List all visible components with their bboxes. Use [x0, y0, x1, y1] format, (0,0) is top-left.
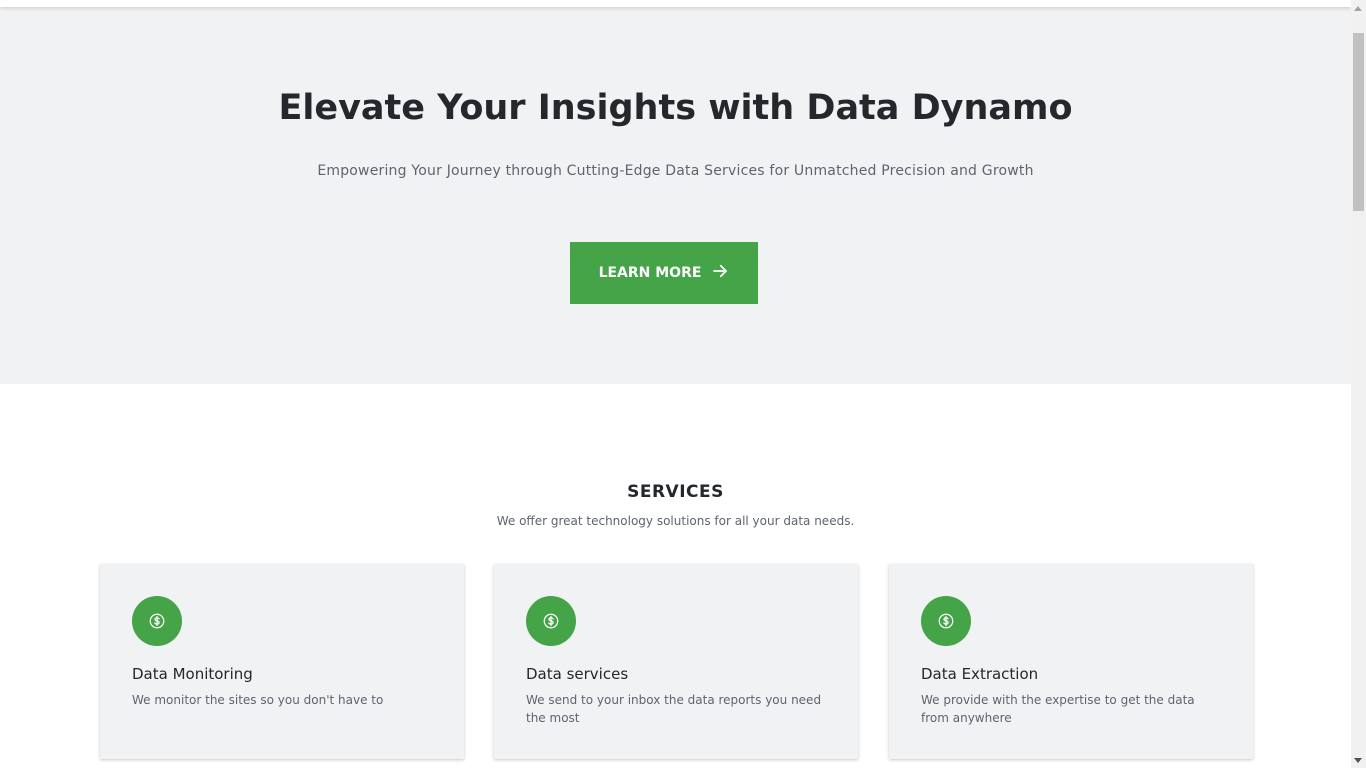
services-subtitle: We offer great technology solutions for …: [496, 514, 855, 528]
card-description: We monitor the sites so you don't have t…: [132, 693, 384, 707]
card-title: Data Monitoring: [132, 665, 253, 683]
service-card-data-monitoring[interactable]: Data Monitoring We monitor the sites so …: [100, 564, 464, 759]
card-description: We send to your inbox the data reports y…: [526, 693, 822, 725]
card-title: Data services: [526, 665, 629, 683]
services-title: SERVICES: [627, 482, 724, 502]
page: Elevate Your Insights with Data Dynamo E…: [0, 0, 1351, 768]
scrollbar-thumb[interactable]: [1353, 33, 1364, 211]
arrow-right-icon: [711, 262, 729, 284]
vertical-scrollbar[interactable]: [1351, 0, 1366, 768]
dollar-circle-icon: [921, 596, 971, 646]
hero-title: Elevate Your Insights with Data Dynamo: [278, 88, 1073, 128]
dollar-circle-icon: [132, 596, 182, 646]
card-description: We provide with the expertise to get the…: [921, 693, 1195, 725]
dollar-circle-icon: [526, 596, 576, 646]
hero-section: Elevate Your Insights with Data Dynamo E…: [0, 0, 1351, 384]
learn-more-button[interactable]: LEARN MORE: [570, 242, 758, 304]
card-title: Data Extraction: [921, 665, 1039, 683]
learn-more-label: LEARN MORE: [598, 265, 702, 281]
top-nav-bar: [0, 0, 1351, 7]
scroll-down-arrow-icon[interactable]: [1354, 758, 1362, 763]
service-card-data-services[interactable]: Data services We send to your inbox the …: [494, 564, 858, 759]
hero-subtitle: Empowering Your Journey through Cutting-…: [317, 163, 1034, 179]
service-card-data-extraction[interactable]: Data Extraction We provide with the expe…: [889, 564, 1253, 759]
scroll-up-arrow-icon[interactable]: [1354, 6, 1362, 11]
